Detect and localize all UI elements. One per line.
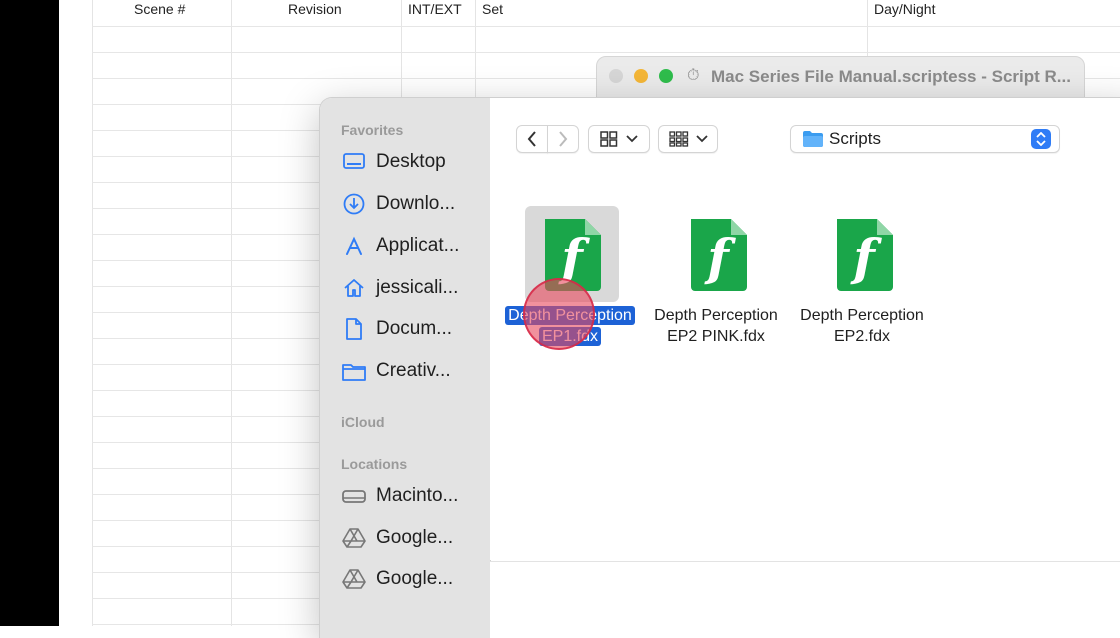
location-label: Scripts [829, 129, 881, 148]
grid-line [92, 0, 93, 626]
popup-stepper-icon [1031, 129, 1051, 149]
column-header-revision[interactable]: Revision [288, 1, 342, 17]
fdx-file-icon: f [671, 206, 765, 302]
background-window-titlebar[interactable]: ⏱ Mac Series File Manual.scriptess - Scr… [596, 56, 1085, 100]
sidebar-item-desktop[interactable]: Desktop [342, 147, 482, 177]
dialog-bottom-area [490, 561, 1120, 638]
column-header-day-night[interactable]: Day/Night [874, 1, 935, 17]
desktop-icon [342, 150, 366, 174]
sidebar-item-google-drive[interactable]: Google... [342, 564, 482, 594]
column-header-int-ext[interactable]: INT/EXT [408, 1, 462, 17]
click-indicator [523, 278, 595, 350]
sidebar-item-label: Macinto... [376, 485, 459, 506]
sidebar-item-label: jessicali... [376, 277, 459, 298]
sidebar-item-google-drive[interactable]: Google... [342, 523, 482, 553]
view-mode-button[interactable] [588, 125, 650, 153]
column-header-scene[interactable]: Scene # [134, 1, 185, 17]
file-name: Depth Perception EP2.fdx [800, 307, 924, 345]
group-by-button[interactable] [658, 125, 718, 153]
minimize-button[interactable] [634, 69, 648, 83]
chevron-left-icon [527, 131, 536, 147]
left-black-bar [0, 0, 59, 626]
file-item[interactable]: f Depth Perception EP2.fdx [787, 206, 937, 356]
sidebar: Favorites Desktop Downlo... Applicat... … [320, 98, 491, 638]
sidebar-item-label: Google... [376, 568, 454, 589]
close-button[interactable] [609, 69, 623, 83]
spreadsheet-header: Scene # Revision INT/EXT Set Day/Night [59, 0, 1120, 26]
fdx-file-icon: f [817, 206, 911, 302]
folder-icon [803, 131, 823, 147]
forward-button[interactable] [547, 125, 579, 153]
file-browser: f Depth PerceptionEP1.fdx f Depth Percep… [490, 180, 1120, 560]
stopwatch-icon: ⏱ [687, 67, 700, 84]
sidebar-section-icloud: iCloud [341, 414, 385, 430]
sidebar-item-label: Creativ... [376, 360, 451, 381]
chevron-right-icon [559, 131, 568, 147]
sidebar-item-label: Google... [376, 527, 454, 548]
disk-icon [342, 484, 366, 508]
location-popup[interactable]: Scripts [790, 125, 1060, 153]
folder-icon [342, 359, 366, 383]
file-name: Depth Perception EP2 PINK.fdx [654, 307, 778, 345]
toolbar: Scripts [490, 98, 1120, 181]
sidebar-item-label: Downlo... [376, 193, 456, 214]
back-button[interactable] [516, 125, 548, 153]
grid-line [231, 0, 232, 626]
column-header-set[interactable]: Set [482, 1, 503, 17]
window-title: Mac Series File Manual.scriptess - Scrip… [711, 67, 1071, 86]
icon-grid-icon [600, 131, 618, 147]
chevron-down-icon [626, 135, 638, 143]
chevron-down-icon [695, 135, 708, 143]
sidebar-item-downloads[interactable]: Downlo... [342, 189, 482, 219]
sidebar-item-documents[interactable]: Docum... [342, 314, 482, 344]
sidebar-item-applications[interactable]: Applicat... [342, 231, 482, 261]
google-drive-icon [342, 526, 366, 550]
sidebar-item-macintosh-hd[interactable]: Macinto... [342, 481, 482, 511]
google-drive-icon [342, 567, 366, 591]
grid-line [92, 26, 1120, 27]
sidebar-item-creative[interactable]: Creativ... [342, 356, 482, 386]
applications-icon [342, 234, 366, 258]
sidebar-item-label: Applicat... [376, 235, 460, 256]
file-item[interactable]: f Depth Perception EP2 PINK.fdx [641, 206, 791, 356]
sidebar-item-label: Desktop [376, 151, 446, 172]
group-grid-icon [668, 131, 688, 147]
sidebar-item-label: Docum... [376, 318, 453, 339]
home-icon [342, 276, 366, 300]
sidebar-item-home[interactable]: jessicali... [342, 273, 482, 303]
zoom-button[interactable] [659, 69, 673, 83]
open-file-dialog: Favorites Desktop Downlo... Applicat... … [320, 98, 1120, 638]
download-icon [342, 192, 366, 216]
sidebar-section-favorites: Favorites [341, 122, 404, 138]
document-icon [342, 317, 366, 341]
sidebar-section-locations: Locations [341, 456, 408, 472]
grid-line [92, 52, 1120, 53]
